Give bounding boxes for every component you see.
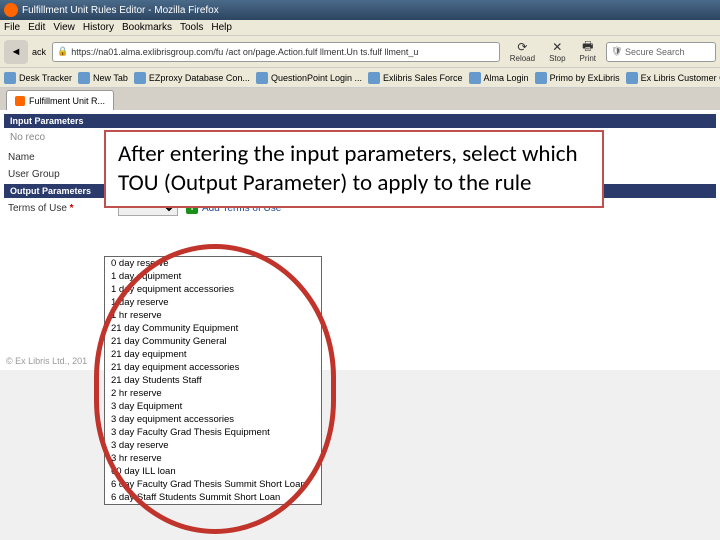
name-label: Name xyxy=(8,152,118,163)
tab-strip: Fulfillment Unit R... xyxy=(0,88,720,110)
dropdown-option[interactable]: 21 day equipment accessories xyxy=(105,361,321,374)
back-button[interactable]: ◄ xyxy=(4,40,28,64)
stop-button[interactable]: ✕Stop xyxy=(549,40,565,63)
dropdown-option[interactable]: 3 day equipment accessories xyxy=(105,413,321,426)
bookmark-icon xyxy=(78,72,90,84)
shield-icon: 🛡 xyxy=(611,46,622,57)
bookmark-item[interactable]: EZproxy Database Con... xyxy=(134,72,250,84)
search-box[interactable]: 🛡 Secure Search xyxy=(606,42,716,62)
bookmarks-bar: Desk Tracker New Tab EZproxy Database Con.… xyxy=(0,68,720,88)
dropdown-option[interactable]: 3 hr reserve xyxy=(105,452,321,465)
bookmark-item[interactable]: Primo by ExLibris xyxy=(535,72,620,84)
dropdown-option[interactable]: 1 day reserve xyxy=(105,296,321,309)
bookmark-item[interactable]: Exlibris Sales Force xyxy=(368,72,463,84)
dropdown-option[interactable]: 3 day Equipment xyxy=(105,400,321,413)
dropdown-option[interactable]: 1 hr reserve xyxy=(105,309,321,322)
menu-bar: File Edit View History Bookmarks Tools H… xyxy=(0,20,720,36)
bookmark-item[interactable]: QuestionPoint Login ... xyxy=(256,72,362,84)
dropdown-option[interactable]: 21 day Community General xyxy=(105,335,321,348)
dropdown-option[interactable]: 60 day ILL loan xyxy=(105,465,321,478)
menu-file[interactable]: File xyxy=(4,22,20,33)
bookmark-item[interactable]: Alma Login xyxy=(469,72,529,84)
menu-history[interactable]: History xyxy=(83,22,114,33)
bookmark-icon xyxy=(535,72,547,84)
usergroup-label: User Group xyxy=(8,169,118,180)
bookmark-icon xyxy=(626,72,638,84)
url-text: https://na01.alma.exlibrisgroup.com/fu /… xyxy=(71,47,418,57)
address-bar[interactable]: 🔒 https://na01.alma.exlibrisgroup.com/fu… xyxy=(52,42,500,62)
nav-toolbar: ◄ ack 🔒 https://na01.alma.exlibrisgroup.… xyxy=(0,36,720,68)
input-parameters-header: Input Parameters xyxy=(4,114,716,128)
bookmark-icon xyxy=(134,72,146,84)
tab-label: Fulfillment Unit R... xyxy=(29,96,105,106)
bookmark-icon xyxy=(256,72,268,84)
dropdown-option[interactable]: 6 day Faculty Grad Thesis Summit Short L… xyxy=(105,478,321,491)
dropdown-option[interactable]: 3 day Faculty Grad Thesis Equipment xyxy=(105,426,321,439)
menu-help[interactable]: Help xyxy=(211,22,232,33)
bookmark-icon xyxy=(469,72,481,84)
menu-edit[interactable]: Edit xyxy=(28,22,45,33)
firefox-icon xyxy=(4,3,18,17)
reload-button[interactable]: ⟳Reload xyxy=(510,40,535,63)
bookmark-icon xyxy=(4,72,16,84)
menu-view[interactable]: View xyxy=(53,22,75,33)
dropdown-option[interactable]: 0 day reserve xyxy=(105,257,321,270)
dropdown-option[interactable]: 6 day Staff Students Summit Short Loan xyxy=(105,491,321,504)
bookmark-item[interactable]: Desk Tracker xyxy=(4,72,72,84)
dropdown-option[interactable]: 3 day reserve xyxy=(105,439,321,452)
search-placeholder: Secure Search xyxy=(625,47,685,57)
dropdown-option[interactable]: 21 day Students Staff xyxy=(105,374,321,387)
bookmark-item[interactable]: New Tab xyxy=(78,72,128,84)
browser-tab[interactable]: Fulfillment Unit R... xyxy=(6,90,114,110)
dropdown-option[interactable]: 2 hr reserve xyxy=(105,387,321,400)
lock-icon: 🔒 xyxy=(57,46,68,57)
instruction-callout: After entering the input parameters, sel… xyxy=(104,130,604,208)
bookmark-icon xyxy=(368,72,380,84)
dropdown-option[interactable]: 21 day Community Equipment xyxy=(105,322,321,335)
menu-tools[interactable]: Tools xyxy=(180,22,203,33)
terms-of-use-dropdown[interactable]: 0 day reserve1 day equipment1 day equipm… xyxy=(104,256,322,505)
tab-favicon xyxy=(15,96,25,106)
dropdown-option[interactable]: 1 day equipment accessories xyxy=(105,283,321,296)
dropdown-option[interactable]: 21 day equipment xyxy=(105,348,321,361)
back-label: ack xyxy=(32,47,46,57)
terms-of-use-label: Terms of Use * xyxy=(8,203,118,214)
window-titlebar: Fulfillment Unit Rules Editor - Mozilla … xyxy=(0,0,720,20)
bookmark-item[interactable]: Ex Libris Customer Ce... xyxy=(626,72,720,84)
menu-bookmarks[interactable]: Bookmarks xyxy=(122,22,172,33)
window-title: Fulfillment Unit Rules Editor - Mozilla … xyxy=(22,5,219,16)
print-button[interactable]: 🖶Print xyxy=(580,40,596,63)
dropdown-option[interactable]: 1 day equipment xyxy=(105,270,321,283)
copyright-footer: © Ex Libris Ltd., 201 xyxy=(6,356,87,366)
